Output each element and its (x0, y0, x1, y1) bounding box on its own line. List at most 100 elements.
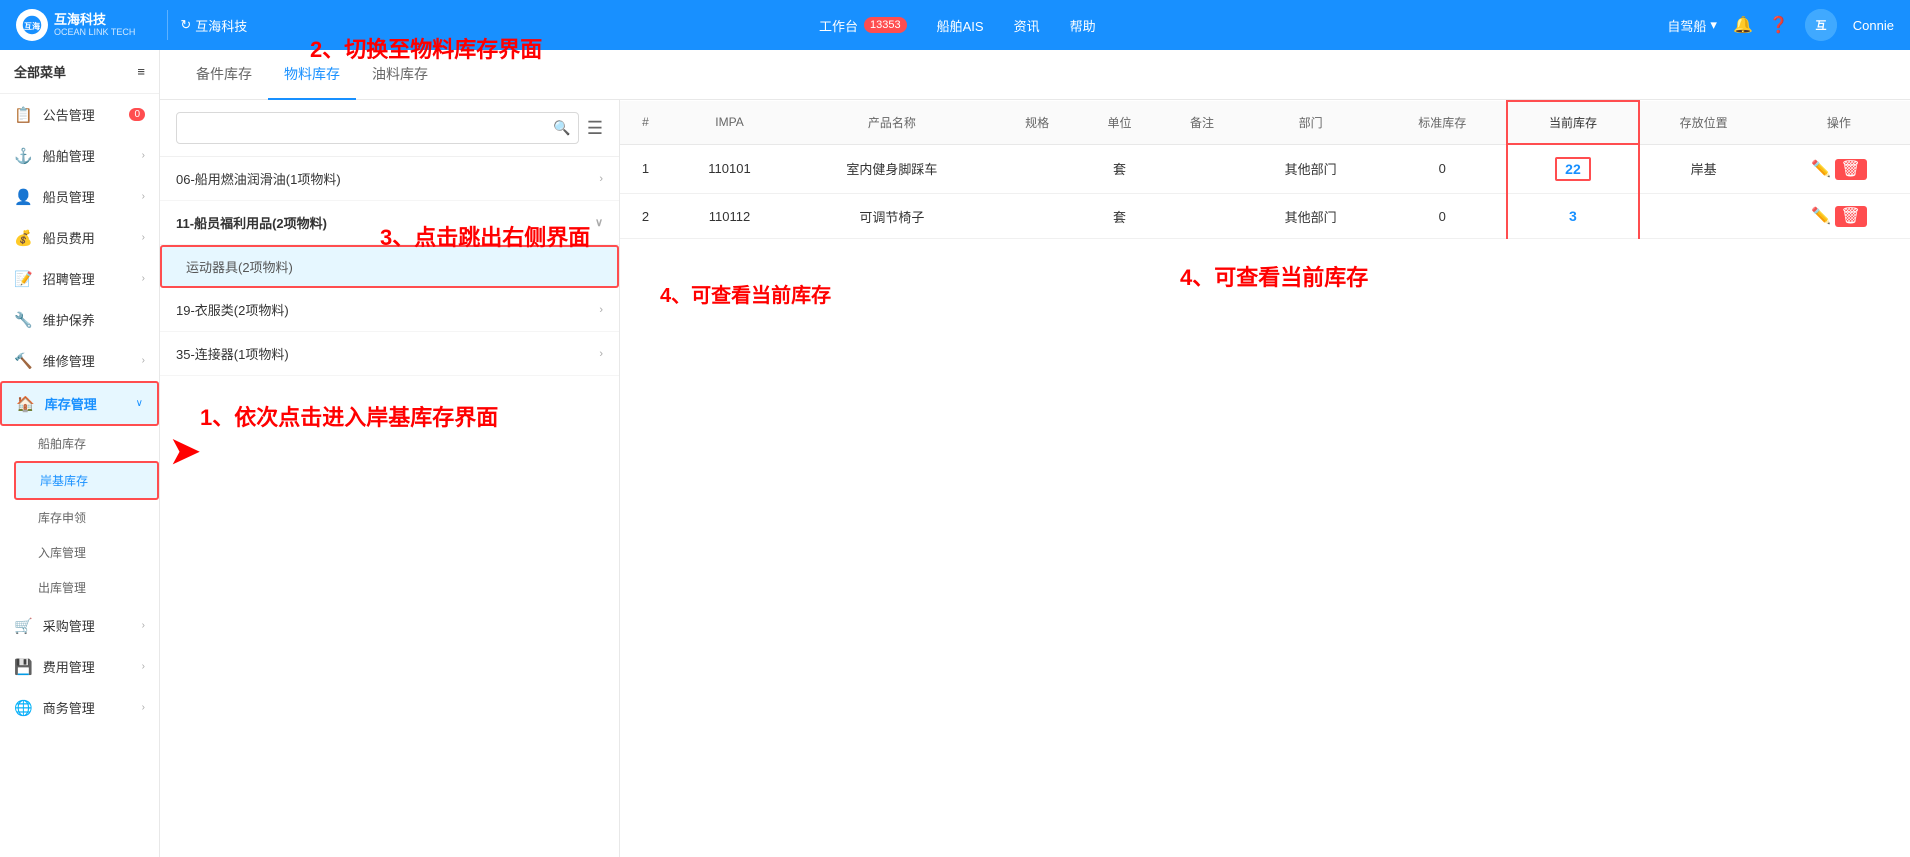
logo-icon: 互海 (16, 9, 48, 41)
sidebar-sub-inbound[interactable]: 入库管理 (14, 535, 159, 570)
username: Connie (1853, 18, 1894, 33)
cell-action-1: ✏️ 🗑 (1768, 144, 1910, 194)
tab-oil[interactable]: 油料库存 (356, 50, 444, 100)
col-cur-stock-label: 当前库存 (1549, 116, 1597, 130)
purchase-arrow: › (142, 620, 145, 631)
nav-divider (167, 10, 168, 40)
category-arrow-3: › (599, 304, 603, 316)
workbench-badge: 13353 (864, 17, 907, 33)
category-arrow-1: › (599, 173, 603, 185)
announcement-icon: 📋 (14, 106, 33, 124)
self-ship-btn[interactable]: 自驾船 ▾ (1667, 16, 1717, 35)
logo-text: 互海科技 OCEAN LINK TECH (54, 12, 135, 38)
category-label-2: 11-船员福利用品(2项物料) (176, 213, 327, 232)
col-product: 产品名称 (788, 101, 996, 144)
edit-btn-2[interactable]: ✏️ (1811, 208, 1831, 225)
tab-bar: 备件库存 物料库存 油料库存 (160, 50, 1910, 100)
tab-parts-label: 备件库存 (196, 66, 252, 82)
sidebar-item-crew-fee[interactable]: 💰 船员费用 › (0, 217, 159, 258)
avatar[interactable]: 互 (1805, 9, 1837, 41)
sidebar-item-business[interactable]: 🌐 商务管理 › (0, 687, 159, 728)
sidebar-item-finance[interactable]: 💾 费用管理 › (0, 646, 159, 687)
sidebar-item-crew[interactable]: 👤 船员管理 › (0, 176, 159, 217)
business-arrow: › (142, 702, 145, 713)
category-list: 06-船用燃油润滑油(1项物料) › 11-船员福利用品(2项物料) ∨ 运动器… (160, 157, 619, 857)
tab-parts[interactable]: 备件库存 (180, 50, 268, 100)
inbound-label: 入库管理 (38, 544, 86, 561)
sidebar-item-announcement[interactable]: 📋 公告管理 0 (0, 94, 159, 135)
tab-materials[interactable]: 物料库存 (268, 50, 356, 100)
purchase-icon: 🛒 (14, 617, 33, 635)
cell-action-2: ✏️ 🗑 (1768, 194, 1910, 239)
repair-icon: 🔨 (14, 352, 33, 370)
category-sub-item-1[interactable]: 运动器具(2项物料) (160, 245, 619, 288)
workbench-label: 工作台 (819, 16, 858, 35)
site-selector[interactable]: ↻ 互海科技 (180, 16, 247, 35)
sidebar-sub-outbound[interactable]: 出库管理 (14, 570, 159, 605)
logo[interactable]: 互海 互海科技 OCEAN LINK TECH (16, 9, 135, 41)
crew-icon: 👤 (14, 188, 33, 206)
sidebar: 全部菜单 ≡ 📋 公告管理 0 ⚓ 船舶管理 › 👤 船员管理 › 💰 船员费用… (0, 50, 160, 857)
sidebar-collapse-icon[interactable]: ≡ (137, 64, 145, 79)
news-link[interactable]: 资讯 (1014, 16, 1040, 35)
search-icon[interactable]: 🔍 (553, 120, 570, 137)
help-link[interactable]: 帮助 (1070, 16, 1096, 35)
col-spec: 规格 (996, 101, 1078, 144)
col-action: 操作 (1768, 101, 1910, 144)
finance-icon: 💾 (14, 658, 33, 676)
cell-impa-1: 110101 (671, 144, 788, 194)
category-expand-2: ∨ (595, 216, 603, 229)
col-cur-stock: 当前库存 (1507, 101, 1638, 144)
filter-icon[interactable]: ☰ (587, 118, 603, 139)
question-icon[interactable]: ❓ (1769, 15, 1789, 35)
inventory-label: 库存管理 (45, 394, 126, 413)
repair-arrow: › (142, 355, 145, 366)
cell-dept-2: 其他部门 (1243, 194, 1378, 239)
col-impa: IMPA (671, 101, 788, 144)
sidebar-item-maintain[interactable]: 🔧 维护保养 (0, 299, 159, 340)
self-ship-dropdown-icon: ▾ (1710, 17, 1717, 33)
sidebar-title: 全部菜单 (14, 62, 66, 81)
main-layout: 全部菜单 ≡ 📋 公告管理 0 ⚓ 船舶管理 › 👤 船员管理 › 💰 船员费用… (0, 50, 1910, 857)
sidebar-sub-stock-req[interactable]: 库存申领 (14, 500, 159, 535)
inventory-icon: 🏠 (16, 395, 35, 413)
sidebar-item-purchase[interactable]: 🛒 采购管理 › (0, 605, 159, 646)
cell-product-2: 可调节椅子 (788, 194, 996, 239)
category-item-1[interactable]: 06-船用燃油润滑油(1项物料) › (160, 157, 619, 201)
category-item-3[interactable]: 19-衣服类(2项物料) › (160, 288, 619, 332)
crew-fee-arrow: › (142, 232, 145, 243)
sidebar-sub-shore-inventory[interactable]: 岸基库存 (14, 461, 159, 500)
table-row: 2 110112 可调节椅子 套 其他部门 0 3 (620, 194, 1910, 239)
category-item-4[interactable]: 35-连接器(1项物料) › (160, 332, 619, 376)
topnav-center: 工作台 13353 船舶AIS 资讯 帮助 (247, 16, 1667, 35)
workbench-link[interactable]: 工作台 13353 (819, 16, 907, 35)
col-dept: 部门 (1243, 101, 1378, 144)
content-area: 🔍 ☰ 06-船用燃油润滑油(1项物料) › 11-船员福利用品(2项物料) ∨ (160, 100, 1910, 857)
delete-btn-2[interactable]: 🗑 (1835, 206, 1867, 227)
notification-icon[interactable]: 🔔 (1733, 15, 1753, 35)
cell-location-2 (1639, 194, 1768, 239)
delete-btn-1[interactable]: 🗑 (1835, 159, 1867, 180)
recruit-arrow: › (142, 273, 145, 284)
announcement-label: 公告管理 (43, 105, 120, 124)
left-panel: 🔍 ☰ 06-船用燃油润滑油(1项物料) › 11-船员福利用品(2项物料) ∨ (160, 100, 620, 857)
sidebar-sub-ship-inventory[interactable]: 船舶库存 (14, 426, 159, 461)
site-label: 互海科技 (195, 16, 247, 35)
topnav-right: 自驾船 ▾ 🔔 ❓ 互 Connie (1667, 9, 1894, 41)
right-panel: # IMPA 产品名称 规格 单位 备注 部门 标准库存 当前库存 存放位置 (620, 100, 1910, 857)
cell-location-1: 岸基 (1639, 144, 1768, 194)
edit-btn-1[interactable]: ✏️ (1811, 161, 1831, 178)
sidebar-item-repair[interactable]: 🔨 维修管理 › (0, 340, 159, 381)
tab-oil-label: 油料库存 (372, 66, 428, 82)
sidebar-item-recruit[interactable]: 📝 招聘管理 › (0, 258, 159, 299)
sidebar-header: 全部菜单 ≡ (0, 50, 159, 94)
category-label-4: 35-连接器(1项物料) (176, 344, 289, 363)
cell-cur-stock-2: 3 (1507, 194, 1638, 239)
finance-label: 费用管理 (43, 657, 132, 676)
sidebar-item-ship[interactable]: ⚓ 船舶管理 › (0, 135, 159, 176)
ship-ais-link[interactable]: 船舶AIS (937, 16, 984, 35)
cell-remark-2 (1161, 194, 1243, 239)
sidebar-item-inventory[interactable]: 🏠 库存管理 ∨ (0, 381, 159, 426)
category-item-2[interactable]: 11-船员福利用品(2项物料) ∨ (160, 201, 619, 245)
search-input[interactable] (176, 112, 579, 144)
